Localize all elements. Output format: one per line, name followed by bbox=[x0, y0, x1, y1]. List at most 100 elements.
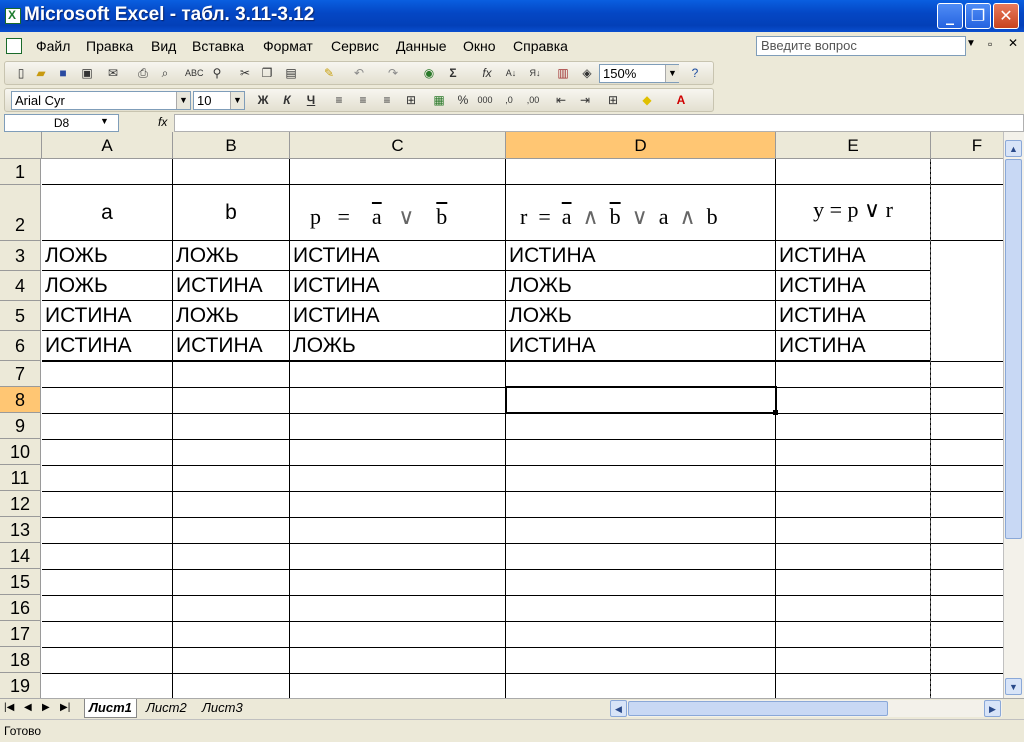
copy-icon[interactable]: ❐ bbox=[259, 65, 275, 81]
percent-icon[interactable]: % bbox=[455, 92, 471, 108]
increase-indent-icon[interactable]: ⇥ bbox=[577, 92, 593, 108]
cell-e3[interactable]: ИСТИНА bbox=[776, 241, 931, 271]
cell-c2[interactable]: p = a ∨ b bbox=[290, 185, 506, 241]
scroll-right-icon[interactable]: ▶ bbox=[984, 700, 1001, 717]
row-header-19[interactable]: 19 bbox=[0, 673, 41, 698]
last-sheet-icon[interactable]: ▶| bbox=[60, 702, 70, 713]
row-header-2[interactable]: 2 bbox=[0, 185, 41, 241]
scroll-up-icon[interactable]: ▲ bbox=[1005, 140, 1022, 157]
merge-center-icon[interactable]: ⊞ bbox=[403, 92, 419, 108]
menu-file[interactable]: Файл bbox=[36, 38, 70, 54]
print-preview-icon[interactable]: ⌕ bbox=[157, 65, 173, 81]
row-header-16[interactable]: 16 bbox=[0, 595, 41, 621]
zoom-dropdown-icon[interactable]: ▼ bbox=[665, 65, 679, 82]
menu-tools[interactable]: Сервис bbox=[331, 38, 379, 54]
cell-d3[interactable]: ИСТИНА bbox=[506, 241, 776, 271]
cell-d5[interactable]: ЛОЖЬ bbox=[506, 301, 776, 331]
vertical-scroll-thumb[interactable] bbox=[1005, 159, 1022, 539]
column-header-e[interactable]: E bbox=[776, 132, 931, 159]
fill-color-icon[interactable]: ◆ bbox=[639, 92, 655, 108]
excel-icon[interactable] bbox=[5, 8, 21, 24]
align-center-icon[interactable]: ≡ bbox=[355, 92, 371, 108]
fill-handle[interactable] bbox=[773, 410, 778, 415]
formula-input[interactable] bbox=[174, 114, 1024, 132]
cell-f2[interactable] bbox=[931, 185, 1003, 241]
menu-insert[interactable]: Вставка bbox=[192, 38, 244, 54]
cell-a3[interactable]: ЛОЖЬ bbox=[42, 241, 173, 271]
comma-style-icon[interactable]: 000 bbox=[477, 92, 493, 108]
cell-b3[interactable]: ЛОЖЬ bbox=[173, 241, 290, 271]
align-right-icon[interactable]: ≡ bbox=[379, 92, 395, 108]
permission-icon[interactable]: ▣ bbox=[79, 65, 95, 81]
align-left-icon[interactable]: ≡ bbox=[331, 92, 347, 108]
decrease-indent-icon[interactable]: ⇤ bbox=[553, 92, 569, 108]
email-icon[interactable]: ✉ bbox=[105, 65, 121, 81]
new-icon[interactable]: ▯ bbox=[13, 65, 29, 81]
cell-b4[interactable]: ИСТИНА bbox=[173, 271, 290, 301]
row-header-18[interactable]: 18 bbox=[0, 647, 41, 673]
menu-edit[interactable]: Правка bbox=[86, 38, 133, 54]
column-header-a[interactable]: A bbox=[42, 132, 173, 159]
open-icon[interactable]: ▰ bbox=[33, 65, 49, 81]
row-header-4[interactable]: 4 bbox=[0, 271, 41, 301]
column-header-b[interactable]: B bbox=[173, 132, 290, 159]
doc-close-icon[interactable]: ✕ bbox=[1008, 36, 1018, 50]
maximize-button[interactable]: ❐ bbox=[965, 3, 991, 29]
horizontal-scroll-thumb[interactable] bbox=[628, 701, 888, 716]
increase-decimal-icon[interactable]: ,0 bbox=[501, 92, 517, 108]
cell-b6[interactable]: ИСТИНА bbox=[173, 331, 290, 361]
font-dropdown-icon[interactable]: ▼ bbox=[176, 92, 190, 109]
bold-icon[interactable]: Ж bbox=[255, 92, 271, 108]
cut-icon[interactable]: ✂ bbox=[237, 65, 253, 81]
insert-function-label[interactable]: fx bbox=[158, 115, 167, 129]
doc-restore-icon[interactable]: ▫ bbox=[988, 37, 992, 51]
name-box-dropdown-icon[interactable]: ▼ bbox=[100, 116, 109, 126]
currency-icon[interactable]: ▦ bbox=[431, 92, 447, 108]
drawing-icon[interactable]: ◈ bbox=[579, 65, 595, 81]
row-header-12[interactable]: 12 bbox=[0, 491, 41, 517]
row-header-3[interactable]: 3 bbox=[0, 241, 41, 271]
row-header-6[interactable]: 6 bbox=[0, 331, 41, 361]
font-color-icon[interactable]: A bbox=[673, 92, 689, 108]
row-header-15[interactable]: 15 bbox=[0, 569, 41, 595]
cell-a4[interactable]: ЛОЖЬ bbox=[42, 271, 173, 301]
scroll-down-icon[interactable]: ▼ bbox=[1005, 678, 1022, 695]
underline-icon[interactable]: Ч bbox=[303, 92, 319, 108]
cell-e6[interactable]: ИСТИНА bbox=[776, 331, 931, 361]
autosum-icon[interactable]: Σ bbox=[445, 65, 461, 81]
font-select[interactable]: Arial Cyr bbox=[11, 91, 191, 110]
italic-icon[interactable]: К bbox=[279, 92, 295, 108]
redo-icon[interactable]: ↷ bbox=[385, 65, 401, 81]
row-header-17[interactable]: 17 bbox=[0, 621, 41, 647]
undo-icon[interactable]: ↶ bbox=[351, 65, 367, 81]
prev-sheet-icon[interactable]: ◀ bbox=[24, 702, 32, 713]
sort-ascending-icon[interactable]: A↓ bbox=[503, 65, 519, 81]
sort-descending-icon[interactable]: Я↓ bbox=[527, 65, 543, 81]
cell-a6[interactable]: ИСТИНА bbox=[42, 331, 173, 361]
menu-help[interactable]: Справка bbox=[513, 38, 568, 54]
menu-format[interactable]: Формат bbox=[263, 38, 313, 54]
spelling-icon[interactable]: ABC bbox=[185, 65, 204, 81]
print-icon[interactable]: ⎙ bbox=[135, 65, 151, 81]
row-header-11[interactable]: 11 bbox=[0, 465, 41, 491]
sheet-tab-1[interactable]: Лист1 bbox=[84, 699, 137, 718]
row-header-13[interactable]: 13 bbox=[0, 517, 41, 543]
minimize-button[interactable]: _ bbox=[937, 3, 963, 29]
select-all-corner[interactable] bbox=[0, 132, 42, 159]
column-header-c[interactable]: C bbox=[290, 132, 506, 159]
cell-e5[interactable]: ИСТИНА bbox=[776, 301, 931, 331]
cell-a5[interactable]: ИСТИНА bbox=[42, 301, 173, 331]
borders-icon[interactable]: ⊞ bbox=[605, 92, 621, 108]
selected-cell-d8[interactable] bbox=[505, 386, 777, 414]
ask-question-input[interactable]: Введите вопрос bbox=[756, 36, 966, 56]
ask-dropdown-icon[interactable]: ▼ bbox=[966, 38, 976, 49]
horizontal-scrollbar[interactable]: ◀ ▶ bbox=[610, 700, 1002, 717]
row-header-8[interactable]: 8 bbox=[0, 387, 41, 413]
row-header-1[interactable]: 1 bbox=[0, 159, 41, 185]
sheet-tab-2[interactable]: Лист2 bbox=[142, 699, 191, 718]
insert-function-icon[interactable]: fx bbox=[479, 65, 495, 81]
menu-window[interactable]: Окно bbox=[463, 38, 496, 54]
format-painter-icon[interactable]: ✎ bbox=[321, 65, 337, 81]
cell-b5[interactable]: ЛОЖЬ bbox=[173, 301, 290, 331]
chart-wizard-icon[interactable]: ▥ bbox=[555, 65, 571, 81]
